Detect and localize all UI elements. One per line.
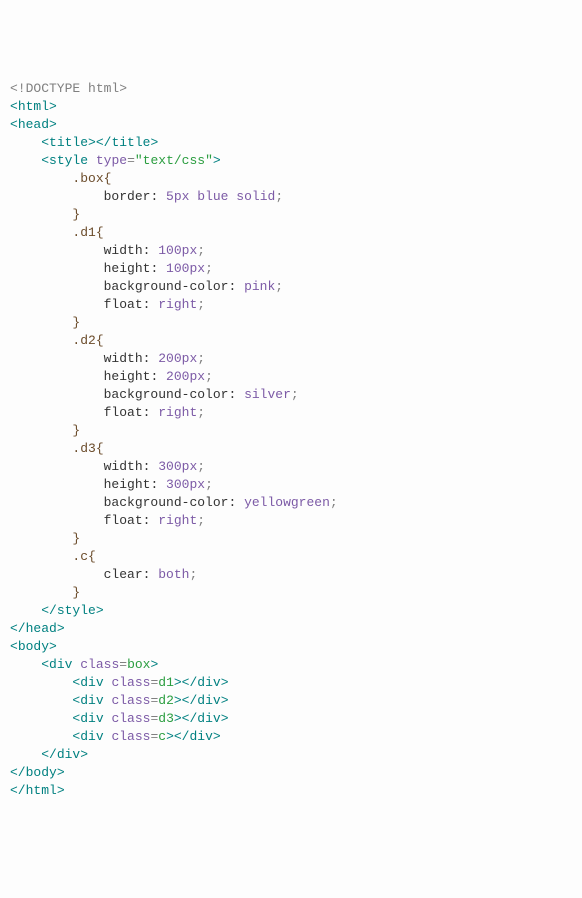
code-line: float: right; <box>10 404 572 422</box>
code-line: width: 300px; <box>10 458 572 476</box>
code-line: height: 100px; <box>10 260 572 278</box>
code-line: .d1{ <box>10 224 572 242</box>
code-line: <style type="text/css"> <box>10 152 572 170</box>
code-line: <div class=d3></div> <box>10 710 572 728</box>
code-line: .c{ <box>10 548 572 566</box>
code-line: </html> <box>10 782 572 800</box>
code-line: .box{ <box>10 170 572 188</box>
code-line: } <box>10 530 572 548</box>
code-line: width: 200px; <box>10 350 572 368</box>
code-line: width: 100px; <box>10 242 572 260</box>
code-line: } <box>10 584 572 602</box>
code-line: </body> <box>10 764 572 782</box>
code-line: height: 300px; <box>10 476 572 494</box>
code-line: } <box>10 206 572 224</box>
code-line: </div> <box>10 746 572 764</box>
code-line: } <box>10 422 572 440</box>
code-line: clear: both; <box>10 566 572 584</box>
code-line: border: 5px blue solid; <box>10 188 572 206</box>
code-line: .d2{ <box>10 332 572 350</box>
code-block: <!DOCTYPE html> <html><head> <title></tit… <box>10 80 572 800</box>
code-line: <body> <box>10 638 572 656</box>
code-line: </style> <box>10 602 572 620</box>
code-line: <div class=d1></div> <box>10 674 572 692</box>
code-line: background-color: yellowgreen; <box>10 494 572 512</box>
code-line: <div class=c></div> <box>10 728 572 746</box>
code-line: float: right; <box>10 512 572 530</box>
code-line: <div class=box> <box>10 656 572 674</box>
code-line: float: right; <box>10 296 572 314</box>
code-line: height: 200px; <box>10 368 572 386</box>
code-line: <html> <box>10 98 572 116</box>
doctype: <!DOCTYPE html> <box>10 81 127 96</box>
code-line: <div class=d2></div> <box>10 692 572 710</box>
code-line: <title></title> <box>10 134 572 152</box>
code-line: </head> <box>10 620 572 638</box>
code-line: background-color: silver; <box>10 386 572 404</box>
code-line: <head> <box>10 116 572 134</box>
code-line: background-color: pink; <box>10 278 572 296</box>
code-line: <!DOCTYPE html> <box>10 80 572 98</box>
code-line: } <box>10 314 572 332</box>
code-line: .d3{ <box>10 440 572 458</box>
